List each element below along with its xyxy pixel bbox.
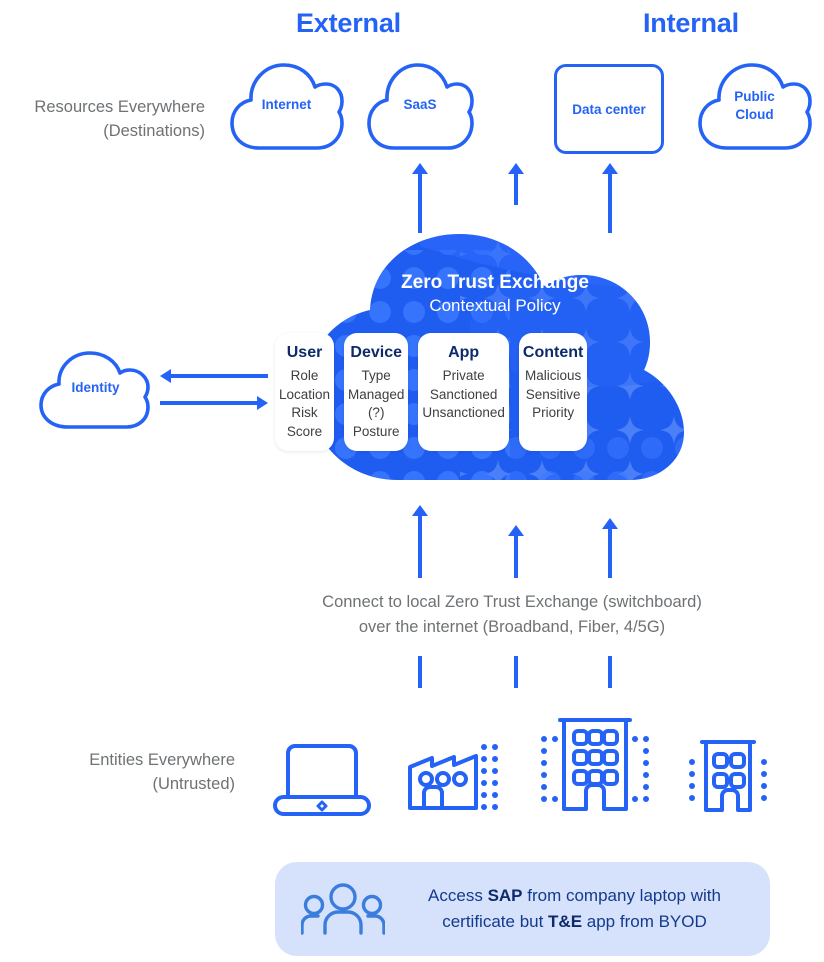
connector-stub-1 [418,656,422,688]
arrow-shaft [160,401,258,405]
row-label-resources-line2: (Destinations) [103,122,205,140]
laptop-icon[interactable] [272,740,372,818]
identity-provider-cloud[interactable]: Identity [38,349,153,429]
policy-card-user[interactable]: User Role Location Risk Score [275,333,335,451]
arrow-entity-to-exchange-1 [412,505,428,578]
row-label-resources: Resources Everywhere (Destinations) [0,95,205,143]
policy-card-app-item: Unsanctioned [422,405,505,420]
destination-saas[interactable]: SaaS [366,60,474,150]
destination-internet-label: Internet [261,97,312,112]
connect-caption-line1: Connect to local Zero Trust Exchange (sw… [322,593,702,611]
callout-line2-bold: T&E [548,912,583,931]
arrow-exchange-to-internet [508,163,524,205]
callout-line1-pre: Access [428,886,488,905]
small-building-icon[interactable] [682,730,774,816]
arrow-shaft [608,171,612,233]
factory-icon[interactable] [404,735,500,815]
callout-line2-post: app from BYOD [582,912,707,931]
arrow-shaft [418,171,422,233]
public-cloud-label-line2: Cloud [735,107,774,122]
zone-header-internal: Internal [643,8,739,38]
identity-label: Identity [71,380,120,395]
policy-card-row: User Role Location Risk Score Device Typ… [275,333,588,451]
public-cloud-label-line1: Public [734,89,775,104]
policy-card-device-item: Posture [352,423,400,439]
policy-card-content-item: Priority [532,405,575,420]
policy-card-app-title: App [448,344,480,361]
arrow-identity-to-exchange [160,396,268,410]
policy-card-device-item: Managed (?) [348,386,405,421]
policy-card-device-title: Device [350,344,402,361]
destination-internet[interactable]: Internet [229,60,344,150]
zone-header-external: External [296,8,401,38]
connect-caption: Connect to local Zero Trust Exchange (sw… [232,590,792,640]
exchange-title: Zero Trust Exchange [401,272,589,293]
callout-line1-bold: SAP [487,886,523,905]
arrow-shaft [608,526,612,578]
policy-card-content[interactable]: Content Malicious Sensitive Priority [518,333,588,451]
policy-card-content-title: Content [522,344,584,361]
policy-card-content-item: Sensitive [525,386,581,402]
exchange-subtitle: Contextual Policy [429,296,561,315]
arrow-entity-to-exchange-2 [508,525,524,578]
arrow-shaft [514,171,518,205]
policy-card-app[interactable]: App Private Sanctioned Unsanctioned [418,333,509,451]
row-label-resources-line1: Resources Everywhere [34,98,205,116]
people-group-icon [301,883,385,935]
row-label-entities-line1: Entities Everywhere [89,751,235,769]
connect-caption-line2: over the internet (Broadband, Fiber, 4/5… [358,618,666,636]
arrow-head-icon [257,396,268,410]
arrow-shaft [170,374,268,378]
arrow-exchange-to-data-center [602,163,618,233]
arrow-shaft [514,533,518,578]
policy-card-user-item: Risk Score [286,405,323,439]
policy-card-user-item: Location [279,386,331,402]
connector-stub-3 [608,656,612,688]
policy-card-app-item: Sanctioned [429,386,498,402]
destination-public-cloud[interactable]: Public Cloud [697,60,812,150]
policy-card-device[interactable]: Device Type Managed (?) Posture [344,333,409,451]
callout-line2-pre: certificate but [442,912,549,931]
arrow-exchange-to-saas [412,163,428,233]
diagram-canvas: External Internal Resources Everywhere (… [0,0,824,962]
destination-data-center[interactable]: Data center [554,64,664,154]
arrow-shaft [418,513,422,578]
destination-data-center-label: Data center [572,101,646,117]
policy-card-app-item: Private [442,368,485,383]
policy-card-user-title: User [286,344,323,361]
policy-card-user-item: Role [290,368,319,383]
row-label-entities: Entities Everywhere (Untrusted) [0,748,235,796]
callout-text: Access SAP from company laptop with cert… [405,883,744,935]
policy-card-device-item: Type [361,368,391,383]
policy-card-content-item: Malicious [524,368,582,383]
arrow-entity-to-exchange-3 [602,518,618,578]
destination-saas-label: SaaS [403,97,437,112]
destination-public-cloud-label: Public Cloud [697,88,812,124]
callout-banner: Access SAP from company laptop with cert… [275,862,770,956]
callout-line1-post: from company laptop with [522,886,721,905]
arrow-exchange-to-identity [160,369,268,383]
row-label-entities-line2: (Untrusted) [152,775,235,793]
connector-stub-2 [514,656,518,688]
office-building-icon[interactable] [530,705,660,815]
